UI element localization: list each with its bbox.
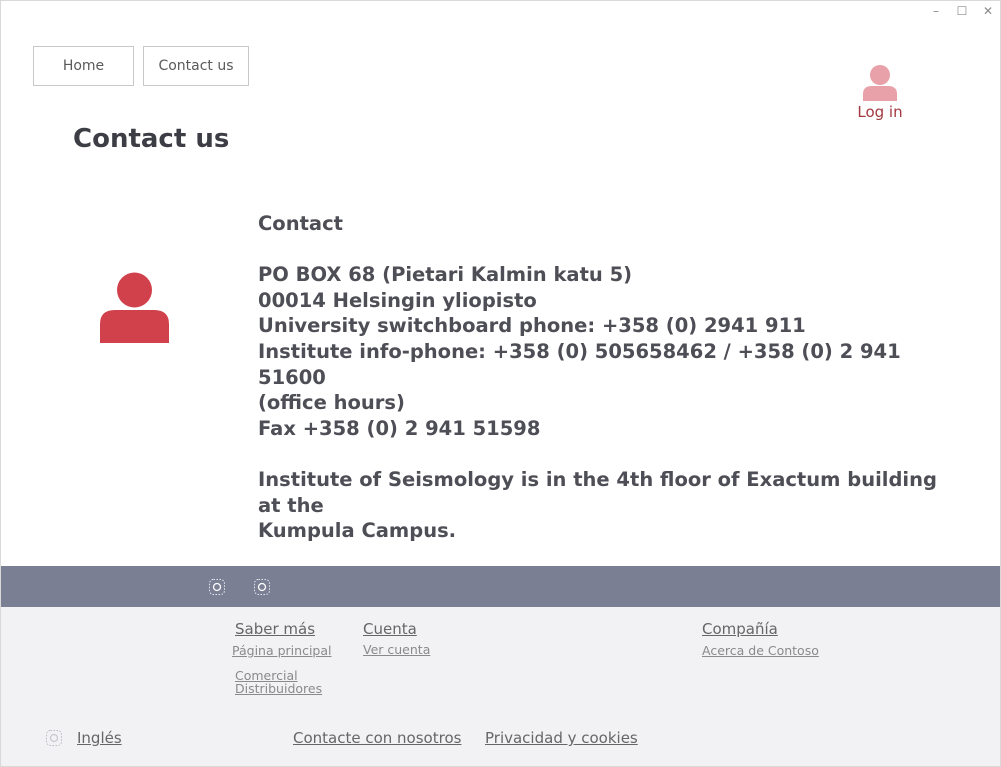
close-icon[interactable]: ✕ [981,4,995,18]
contact-line: 00014 Helsingin yliopisto [258,288,537,312]
contact-line: (office hours) [258,391,405,415]
home-button[interactable]: Home [33,46,134,86]
footer-link-distributors[interactable]: Distribuidores [235,682,322,695]
social-icon[interactable] [254,579,270,595]
maximize-icon[interactable]: ☐ [955,4,969,18]
footer-heading-company[interactable]: Compañía [702,620,778,638]
login-button[interactable]: Log in [848,64,912,121]
footer-link-view-account[interactable]: Ver cuenta [363,643,430,656]
contact-avatar-icon [100,272,169,343]
footer-heading-learn[interactable]: Saber más [235,620,315,638]
contact-line: Fax +358 (0) 2 941 51598 [258,416,541,440]
contact-line: Institute info-phone: +358 (0) 505658462… [258,339,901,389]
contact-info: Contact PO BOX 68 (Pietari Kalmin katu 5… [258,211,938,544]
footer-heading-account[interactable]: Cuenta [363,620,417,638]
language-selector[interactable]: Inglés [77,729,122,747]
location-line: Kumpula Campus. [258,519,457,543]
footer-link-about[interactable]: Acerca de Contoso [702,644,819,657]
social-icon[interactable] [209,579,225,595]
contact-heading: Contact [258,212,343,235]
globe-icon [46,730,62,746]
contact-us-button[interactable]: Contact us [143,46,249,86]
contact-link[interactable]: Contacte con nosotros [293,729,461,747]
privacy-link[interactable]: Privacidad y cookies [485,729,638,747]
contact-line: PO BOX 68 (Pietari Kalmin katu 5) [258,263,633,287]
user-icon [863,65,897,101]
window-controls: – ☐ ✕ [929,4,995,18]
minimize-icon[interactable]: – [929,4,943,18]
footer-link-home[interactable]: Página principal [232,644,331,657]
location-line: Institute of Seismology is in the 4th fl… [258,467,937,517]
login-label: Log in [857,103,903,121]
footer-social-bar [1,566,1000,607]
contact-line: University switchboard phone: +358 (0) 2… [258,314,806,338]
page-title: Contact us [73,124,230,154]
